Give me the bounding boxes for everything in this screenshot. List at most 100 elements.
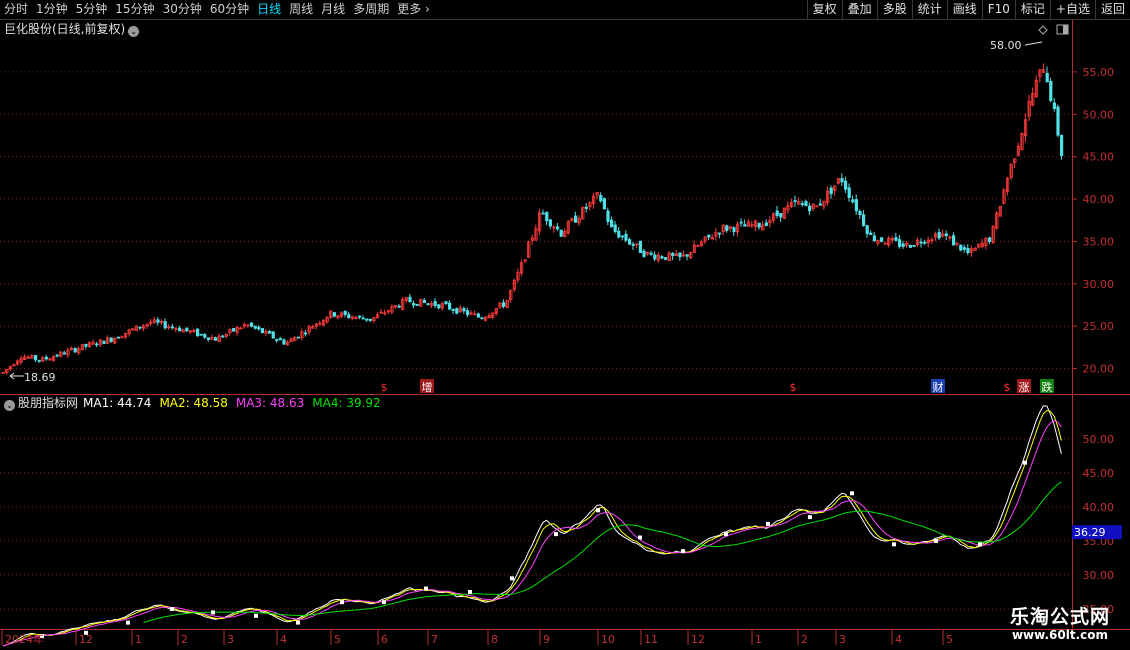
candle-body	[599, 195, 603, 202]
candle-body	[574, 215, 578, 223]
ma2-value: MA2: 48.58	[159, 396, 228, 410]
signal-dot	[382, 600, 386, 605]
candle-body	[465, 310, 470, 316]
candle-body	[415, 303, 419, 306]
candle-body	[869, 232, 873, 235]
candle-body	[365, 318, 369, 321]
event-marker[interactable]: $	[381, 381, 388, 394]
candle-body	[109, 337, 113, 342]
candle-body	[437, 304, 441, 309]
event-markers: $ 增 $ 财 $ 涨跌	[381, 379, 1054, 394]
candle-body	[185, 327, 189, 332]
signal-dot	[211, 610, 215, 615]
candle-body	[231, 328, 236, 332]
event-marker[interactable]: $	[1004, 381, 1011, 394]
signal-dot	[638, 535, 642, 540]
kline-chart[interactable]: 55.00 50.00 45.00 40.00 35.00 30.00 25.00 20.00…	[0, 0, 1130, 650]
signal-dot	[254, 613, 258, 618]
candle-body	[966, 248, 970, 254]
price-tick: 25.00	[1083, 320, 1115, 333]
candle-body	[685, 254, 689, 257]
event-marker[interactable]: 财	[933, 380, 944, 394]
candle-body	[844, 180, 848, 190]
chevron-down-icon[interactable]: ⌄	[4, 400, 15, 411]
ma1-value: MA1: 44.74	[83, 396, 152, 410]
candle-body	[95, 343, 99, 346]
candle-body	[368, 318, 373, 321]
signal-dot	[510, 576, 514, 581]
candle-body	[894, 237, 898, 241]
candle-body	[602, 198, 607, 210]
high-label: 58.00	[990, 39, 1022, 52]
candle-body	[649, 252, 653, 255]
event-marker[interactable]: 增	[422, 380, 433, 394]
watermark: 乐淘公式网 www.60lt.com	[1010, 606, 1110, 642]
candle-body	[156, 319, 160, 323]
candle-body	[44, 356, 49, 360]
candle-body	[177, 327, 182, 332]
candle-body	[624, 233, 628, 241]
candle-body	[249, 322, 254, 327]
indicator-tick: 40.00	[1083, 501, 1115, 514]
candle-body	[912, 245, 916, 247]
candle-body	[260, 328, 265, 334]
candle-body	[84, 343, 88, 347]
indicator-title-bar: ⌄ 股朋指标网 MA1: 44.74 MA2: 48.58 MA3: 48.63 MA4:…	[4, 396, 389, 411]
candle-body	[361, 317, 365, 320]
window-icon	[1056, 24, 1069, 35]
candle-body	[808, 205, 812, 212]
time-label: 1	[135, 633, 142, 646]
signal-dot	[296, 620, 300, 625]
time-label: 2	[181, 633, 188, 646]
candle-body	[631, 243, 635, 246]
candle-body	[664, 257, 668, 260]
ma-line-1	[2, 405, 1062, 647]
candle-body	[804, 201, 808, 207]
candle-body	[332, 312, 337, 317]
candle-body	[271, 331, 275, 339]
candle-body	[559, 229, 563, 237]
time-label: 3	[839, 633, 846, 646]
candle-body	[62, 352, 67, 355]
candle-body	[584, 206, 589, 209]
candle-body	[959, 244, 963, 251]
candle-body	[919, 241, 923, 244]
candle-body	[195, 328, 200, 337]
candle-body	[653, 254, 657, 260]
time-label: 10	[601, 633, 615, 646]
event-marker[interactable]: 跌	[1042, 380, 1053, 394]
candle-body	[858, 210, 862, 216]
time-axis: 2024年 12 1 2 3 4 5 6 7 8 9 10 11 12 1 2 3 4 5	[1, 630, 953, 646]
signal-dot	[596, 508, 600, 513]
watermark-line2: www.60lt.com	[1011, 628, 1108, 642]
candle-body	[764, 222, 769, 226]
indicator-tick: 45.00	[1083, 467, 1115, 480]
event-marker[interactable]: $	[790, 381, 797, 394]
candle-body	[660, 256, 664, 259]
candle-body	[199, 333, 203, 336]
signal-dot	[978, 542, 982, 547]
candle-body	[732, 227, 736, 233]
candle-body	[862, 214, 866, 226]
candle-body	[718, 232, 722, 235]
event-marker[interactable]: 涨	[1019, 381, 1030, 394]
time-label: 3	[227, 633, 234, 646]
candle-body	[451, 309, 455, 311]
candle-body	[278, 338, 283, 341]
candle-body	[545, 211, 549, 222]
candle-body	[476, 313, 481, 318]
candle-body	[37, 359, 41, 362]
signal-dot	[468, 589, 472, 594]
price-tick: 45.00	[1083, 151, 1115, 164]
signal-dot	[808, 515, 812, 520]
time-label: 8	[491, 633, 498, 646]
current-value: 36.29	[1074, 526, 1106, 539]
ma-line-2	[2, 409, 1062, 647]
indicator-tick: 50.00	[1083, 433, 1115, 446]
candle-body	[642, 250, 646, 257]
time-label: 4	[895, 633, 902, 646]
candle-body	[253, 325, 257, 329]
price-tick: 35.00	[1083, 235, 1115, 248]
candle-body	[213, 337, 218, 341]
signal-dot	[340, 600, 344, 605]
